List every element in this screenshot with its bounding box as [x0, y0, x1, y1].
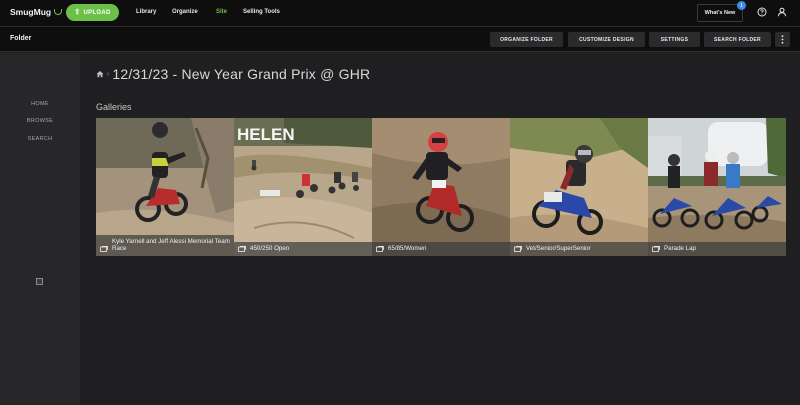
upload-label: UPLOAD — [83, 9, 111, 16]
photo-sign-text: HELEN — [237, 125, 295, 144]
search-folder-button[interactable]: SEARCH FOLDER — [704, 32, 771, 47]
gallery-tile[interactable]: HELEN 450/250 Open — [234, 118, 372, 256]
help-icon[interactable] — [757, 7, 767, 17]
left-sidebar: HOME BROWSE SEARCH — [0, 53, 80, 405]
gallery-icon — [100, 246, 108, 252]
gallery-cover-image — [372, 118, 510, 256]
sidebar-link-browse[interactable]: BROWSE — [0, 118, 80, 124]
gallery-title: 450/250 Open — [250, 245, 290, 253]
sidebar-toggle-icon[interactable] — [36, 278, 43, 285]
gallery-cover-image — [648, 118, 786, 256]
whats-new-label: What's New — [704, 10, 736, 16]
gallery-title: Vet/Senior/SuperSenior — [526, 245, 591, 253]
gallery-tile[interactable]: Kyle Yarnell and Jeff Alessi Memorial Te… — [96, 118, 234, 256]
logo-smile-icon — [54, 8, 63, 15]
gallery-caption: 450/250 Open — [234, 242, 372, 256]
page-title: 12/31/23 - New Year Grand Prix @ GHR — [112, 66, 371, 82]
gallery-tile[interactable]: Parade Lap — [648, 118, 786, 256]
gallery-caption: Vet/Senior/SuperSenior — [510, 242, 648, 256]
folder-title: Folder — [10, 35, 32, 42]
gallery-cover-image — [510, 118, 648, 256]
galleries-heading: Galleries — [96, 102, 132, 112]
customize-design-button[interactable]: CUSTOMIZE DESIGN — [568, 32, 645, 47]
nav-site[interactable]: Site — [216, 9, 227, 15]
gallery-tile[interactable]: 65/85/Women — [372, 118, 510, 256]
gallery-icon — [376, 246, 384, 252]
sidebar-link-home[interactable]: HOME — [0, 101, 80, 107]
nav-library[interactable]: Library — [136, 9, 156, 15]
gallery-icon — [514, 246, 522, 252]
sidebar-link-search[interactable]: SEARCH — [0, 136, 80, 142]
settings-button[interactable]: SETTINGS — [649, 32, 700, 47]
whats-new-button[interactable]: What's New — [697, 4, 743, 22]
logo-text: SmugMug — [10, 7, 52, 17]
gallery-caption: Parade Lap — [648, 242, 786, 256]
gallery-caption: 65/85/Women — [372, 242, 510, 256]
whats-new-count-badge: 1 — [737, 1, 746, 10]
upload-button[interactable]: ⇪ UPLOAD — [66, 4, 119, 21]
gallery-icon — [652, 246, 660, 252]
galleries-grid: Kyle Yarnell and Jeff Alessi Memorial Te… — [96, 118, 786, 256]
folder-toolbar: Folder ORGANIZE FOLDER CUSTOMIZE DESIGN … — [0, 26, 800, 52]
home-icon[interactable] — [96, 70, 104, 78]
gallery-title: Parade Lap — [664, 245, 696, 253]
gallery-title: Kyle Yarnell and Jeff Alessi Memorial Te… — [112, 237, 230, 253]
gallery-caption: Kyle Yarnell and Jeff Alessi Memorial Te… — [96, 234, 234, 256]
smugmug-logo[interactable]: SmugMug — [10, 7, 63, 17]
nav-organize[interactable]: Organize — [172, 9, 198, 15]
gallery-icon — [238, 246, 246, 252]
gallery-tile[interactable]: Vet/Senior/SuperSenior — [510, 118, 648, 256]
organize-folder-button[interactable]: ORGANIZE FOLDER — [490, 32, 563, 47]
top-bar: SmugMug ⇪ UPLOAD Library Organize Site S… — [0, 0, 800, 26]
user-icon[interactable] — [777, 7, 787, 17]
gallery-title: 65/85/Women — [388, 245, 427, 253]
nav-selling-tools[interactable]: Selling Tools — [243, 9, 280, 15]
breadcrumb-separator-icon: › — [107, 70, 110, 78]
upload-icon: ⇪ — [74, 9, 81, 16]
more-vertical-icon[interactable] — [775, 32, 790, 47]
gallery-cover-image: HELEN — [234, 118, 372, 256]
breadcrumb: › 12/31/23 - New Year Grand Prix @ GHR — [96, 66, 370, 82]
